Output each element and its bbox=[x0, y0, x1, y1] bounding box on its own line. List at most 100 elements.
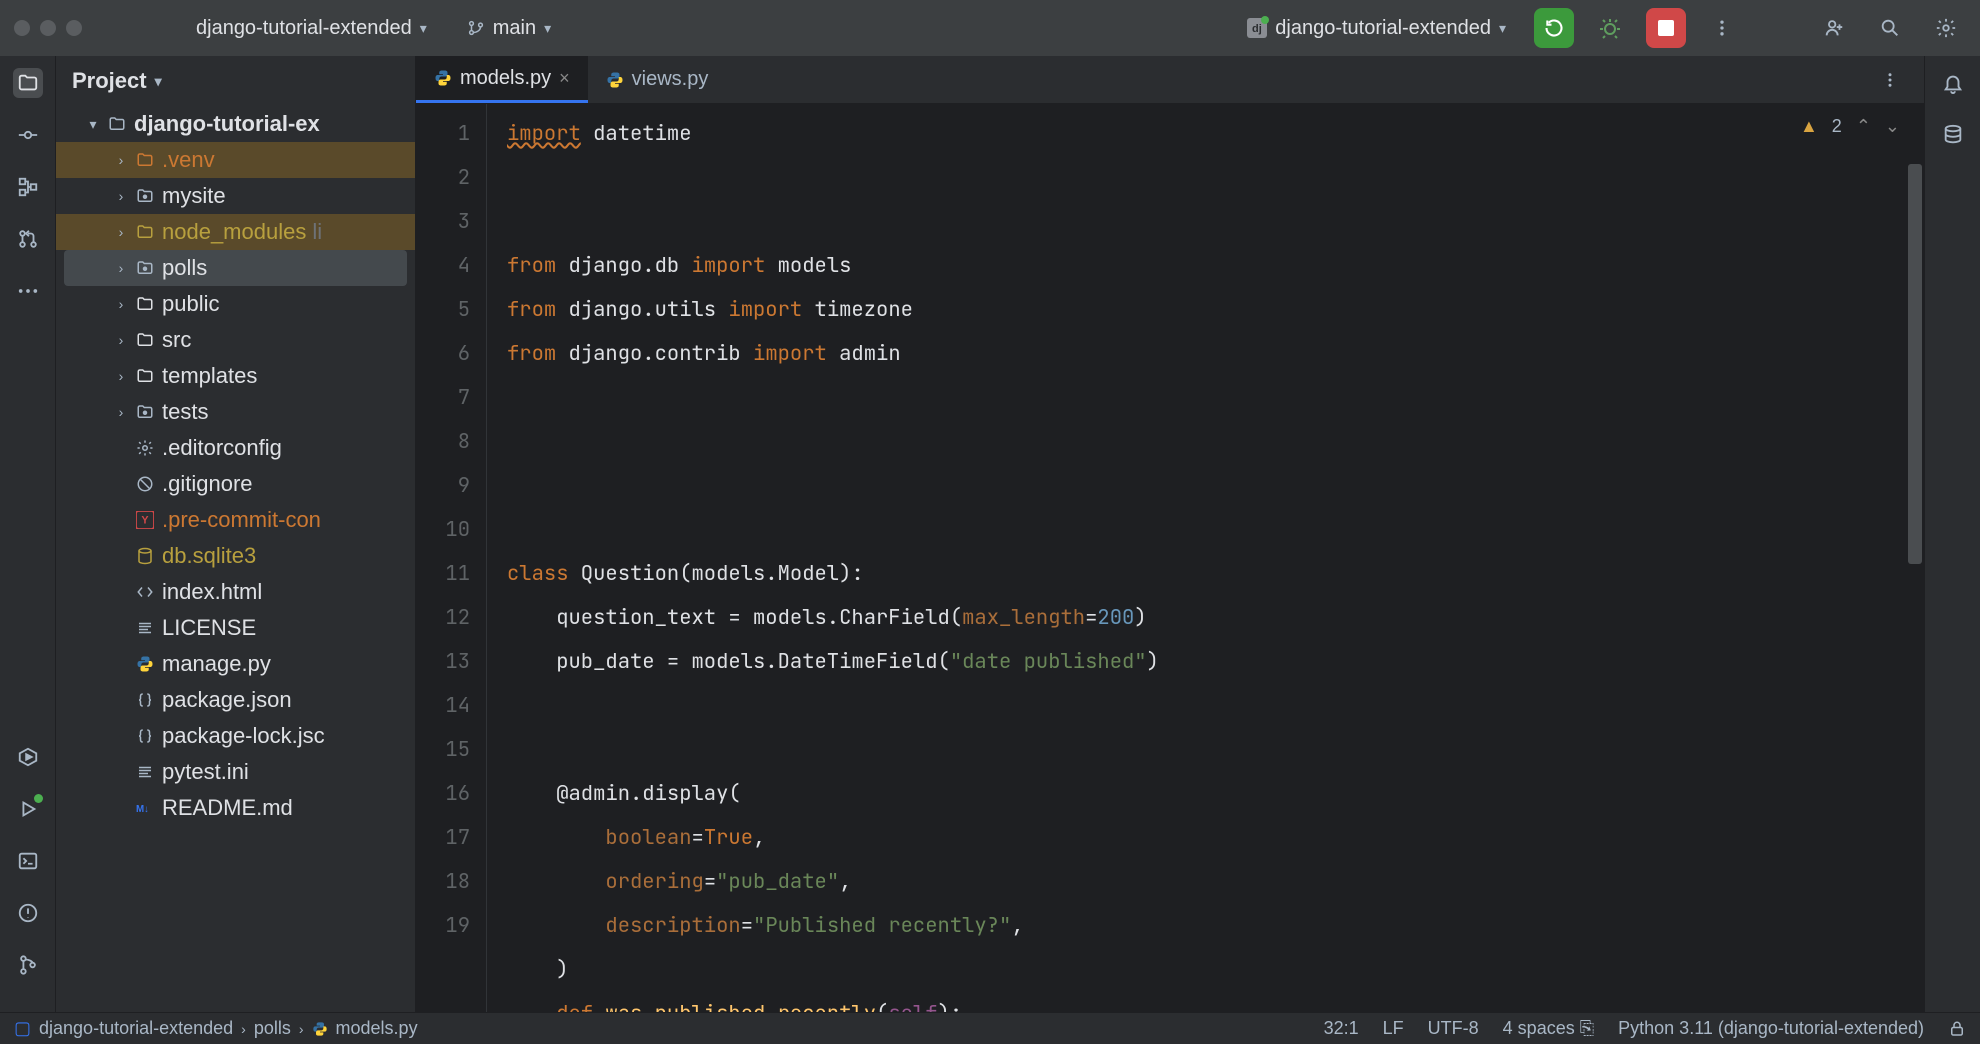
file-type-icon bbox=[136, 403, 156, 421]
chevron-right-icon: › bbox=[112, 260, 130, 276]
tree-item[interactable]: Y.pre-commit-con bbox=[56, 502, 415, 538]
tree-item[interactable]: package-lock.jsc bbox=[56, 718, 415, 754]
file-type-icon bbox=[136, 691, 156, 709]
tree-item[interactable]: pytest.ini bbox=[56, 754, 415, 790]
pull-requests-icon[interactable] bbox=[13, 224, 43, 254]
tree-item-label: node_modules bbox=[162, 219, 306, 245]
line-number: 17 bbox=[416, 816, 470, 860]
maximize-window[interactable] bbox=[66, 20, 82, 36]
terminal-tool-icon[interactable] bbox=[13, 846, 43, 876]
editor-tabs: models.py × views.py bbox=[416, 56, 1924, 104]
close-icon[interactable]: × bbox=[559, 68, 570, 89]
line-number: 14 bbox=[416, 684, 470, 728]
line-number: 2 bbox=[416, 156, 470, 200]
svg-text:M↓: M↓ bbox=[136, 804, 149, 815]
line-number: 16 bbox=[416, 772, 470, 816]
indent-icon: ⎘ bbox=[1580, 1018, 1594, 1038]
breadcrumb[interactable]: ▢ django-tutorial-extended › polls › mod… bbox=[14, 1018, 418, 1039]
more-menu[interactable] bbox=[1702, 8, 1742, 48]
project-tree[interactable]: ▾ django-tutorial-ex ›.venv›mysite›node_… bbox=[56, 106, 415, 1012]
tree-item-label: .gitignore bbox=[162, 471, 253, 497]
tree-item-label: README.md bbox=[162, 795, 293, 821]
tree-item[interactable]: M↓ README.md bbox=[56, 790, 415, 826]
chevron-down-icon[interactable]: ⌄ bbox=[1885, 116, 1900, 137]
file-type-icon bbox=[136, 547, 156, 565]
tree-item[interactable]: package.json bbox=[56, 682, 415, 718]
stop-button[interactable] bbox=[1646, 8, 1686, 48]
editor-scrollbar[interactable] bbox=[1908, 164, 1922, 564]
code-with-me-icon[interactable] bbox=[1814, 8, 1854, 48]
settings-icon[interactable] bbox=[1926, 8, 1966, 48]
tree-item[interactable]: ›src bbox=[56, 322, 415, 358]
code-editor[interactable]: 12345678910111213141516171819 import dat… bbox=[416, 104, 1924, 1012]
cursor-position[interactable]: 32:1 bbox=[1324, 1018, 1359, 1039]
tree-item[interactable]: .gitignore bbox=[56, 466, 415, 502]
svg-text:dj: dj bbox=[1252, 23, 1262, 35]
chevron-up-icon[interactable]: ⌃ bbox=[1856, 116, 1871, 137]
folder-icon bbox=[108, 115, 128, 133]
tree-item-label: index.html bbox=[162, 579, 262, 605]
more-tools-icon[interactable] bbox=[13, 276, 43, 306]
line-number: 8 bbox=[416, 420, 470, 464]
project-tool-icon[interactable] bbox=[13, 68, 43, 98]
project-panel-header[interactable]: Project ▾ bbox=[56, 56, 415, 106]
project-panel: Project ▾ ▾ django-tutorial-ex ›.venv›my… bbox=[56, 56, 416, 1012]
debug-button[interactable] bbox=[1590, 8, 1630, 48]
tree-item[interactable]: LICENSE bbox=[56, 610, 415, 646]
git-branch-selector[interactable]: main ▾ bbox=[455, 11, 563, 46]
django-icon: dj bbox=[1247, 18, 1267, 38]
tree-item[interactable]: .editorconfig bbox=[56, 430, 415, 466]
run-tool-icon[interactable] bbox=[13, 794, 43, 824]
problems-tool-icon[interactable] bbox=[13, 898, 43, 928]
services-tool-icon[interactable] bbox=[13, 742, 43, 772]
tree-item[interactable]: manage.py bbox=[56, 646, 415, 682]
tree-item-label: templates bbox=[162, 363, 257, 389]
indent-setting[interactable]: 4 spaces ⎘ bbox=[1503, 1018, 1594, 1039]
code-content[interactable]: import datetime from django.db import mo… bbox=[486, 104, 1924, 1012]
inspection-widget[interactable]: ▲ 2 ⌃ ⌄ bbox=[1800, 116, 1900, 137]
file-type-icon bbox=[136, 259, 156, 277]
tree-item[interactable]: › templates bbox=[56, 358, 415, 394]
tab-models-py[interactable]: models.py × bbox=[416, 56, 588, 103]
tree-item[interactable]: ›node_modules li bbox=[56, 214, 415, 250]
commit-tool-icon[interactable] bbox=[13, 120, 43, 150]
database-icon[interactable] bbox=[1938, 120, 1968, 150]
tabs-more-icon[interactable] bbox=[1870, 60, 1910, 100]
notifications-icon[interactable] bbox=[1938, 68, 1968, 98]
tab-views-py[interactable]: views.py bbox=[588, 56, 727, 103]
run-button[interactable] bbox=[1534, 8, 1574, 48]
tree-item[interactable]: › tests bbox=[56, 394, 415, 430]
chevron-right-icon: › bbox=[112, 296, 130, 312]
tab-label: models.py bbox=[460, 67, 551, 90]
search-icon[interactable] bbox=[1870, 8, 1910, 48]
tree-item[interactable]: › public bbox=[56, 286, 415, 322]
chevron-right-icon: › bbox=[299, 1021, 304, 1037]
chevron-right-icon: › bbox=[112, 368, 130, 384]
python-interpreter[interactable]: Python 3.11 (django-tutorial-extended) bbox=[1618, 1018, 1924, 1039]
line-number: 4 bbox=[416, 244, 470, 288]
tree-root-label: django-tutorial-ex bbox=[134, 111, 320, 137]
chevron-right-icon: › bbox=[241, 1021, 246, 1037]
file-type-icon bbox=[136, 655, 156, 673]
chevron-down-icon: ▾ bbox=[420, 20, 427, 37]
tree-item-label: pytest.ini bbox=[162, 759, 249, 785]
project-selector[interactable]: django-tutorial-extended ▾ bbox=[184, 11, 439, 46]
close-window[interactable] bbox=[14, 20, 30, 36]
vcs-tool-icon[interactable] bbox=[13, 950, 43, 980]
minimize-window[interactable] bbox=[40, 20, 56, 36]
tree-item-label: tests bbox=[162, 399, 208, 425]
readonly-icon[interactable] bbox=[1948, 1020, 1966, 1038]
run-config-selector[interactable]: dj django-tutorial-extended ▾ bbox=[1235, 11, 1518, 46]
file-encoding[interactable]: UTF-8 bbox=[1428, 1018, 1479, 1039]
tree-item[interactable]: ›mysite bbox=[56, 178, 415, 214]
tree-item[interactable]: ›.venv bbox=[56, 142, 415, 178]
tree-item[interactable]: db.sqlite3 bbox=[56, 538, 415, 574]
tree-item-label: public bbox=[162, 291, 219, 317]
line-number-gutter: 12345678910111213141516171819 bbox=[416, 104, 486, 1012]
tree-item[interactable]: index.html bbox=[56, 574, 415, 610]
structure-tool-icon[interactable] bbox=[13, 172, 43, 202]
tree-item[interactable]: ›polls bbox=[64, 250, 407, 286]
line-separator[interactable]: LF bbox=[1383, 1018, 1404, 1039]
chevron-right-icon: › bbox=[112, 404, 130, 420]
tree-root[interactable]: ▾ django-tutorial-ex bbox=[56, 106, 415, 142]
